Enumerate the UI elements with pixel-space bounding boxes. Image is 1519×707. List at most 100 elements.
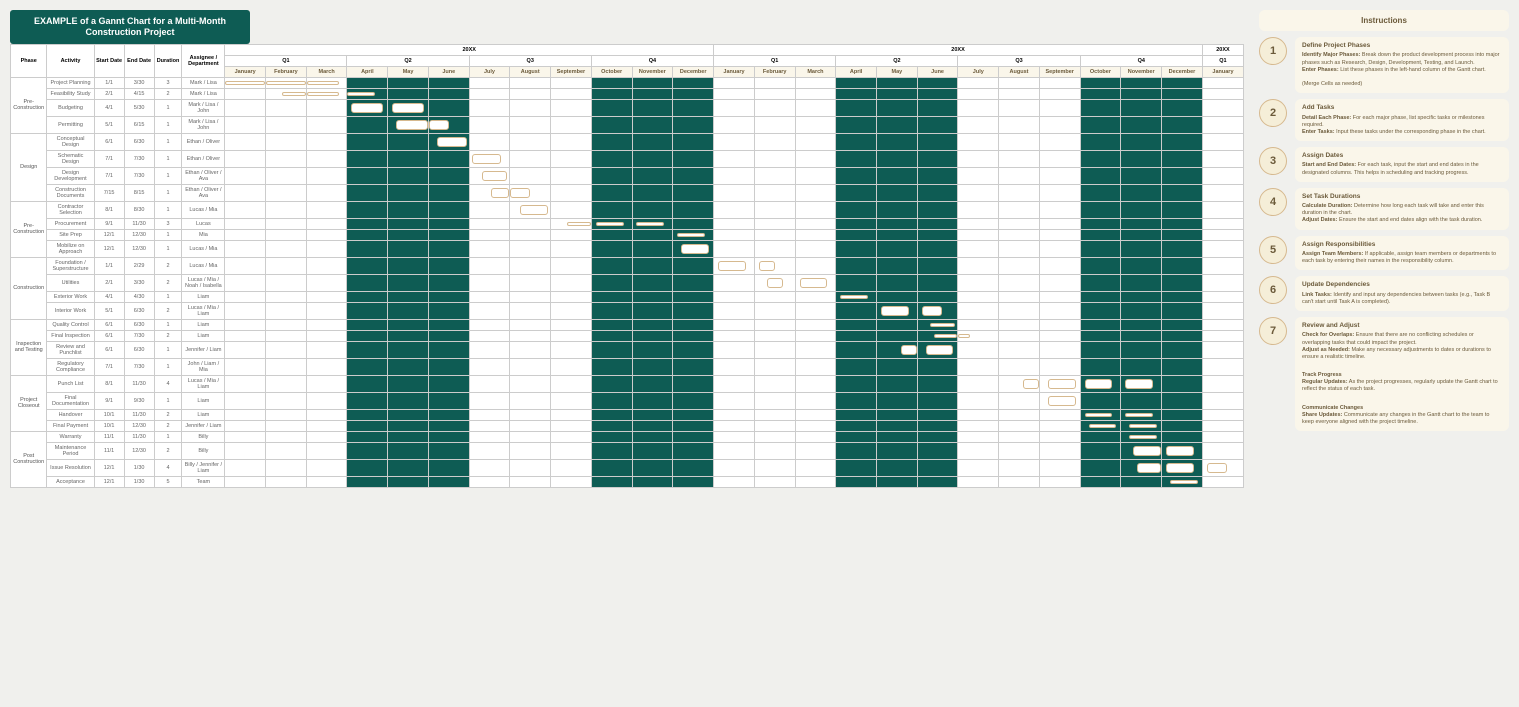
timeline-cell [673, 167, 714, 184]
timeline-cell [999, 218, 1040, 229]
instruction-step: 6Update DependenciesLink Tasks: Identify… [1259, 276, 1509, 311]
timeline-cell [591, 77, 632, 88]
timeline-cell [1039, 442, 1080, 459]
timeline-cell [1121, 302, 1162, 319]
dur-cell: 1 [154, 431, 182, 442]
activity-cell: Utilities [47, 274, 94, 291]
gantt-bar [1129, 424, 1157, 428]
timeline-cell [795, 99, 836, 116]
timeline-cell [591, 257, 632, 274]
timeline-cell [673, 291, 714, 302]
timeline-cell [428, 201, 469, 218]
timeline-cell [1121, 431, 1162, 442]
timeline-cell [632, 330, 673, 341]
timeline-cell [958, 184, 999, 201]
timeline-cell [510, 167, 551, 184]
timeline-cell [917, 167, 958, 184]
timeline-cell [469, 229, 510, 240]
timeline-cell [754, 133, 795, 150]
dur-cell: 2 [154, 330, 182, 341]
start-cell: 7/1 [94, 167, 124, 184]
activity-cell: Interior Work [47, 302, 94, 319]
step-text: Identify Major Phases: Break down the pr… [1302, 52, 1502, 88]
timeline-cell [388, 431, 429, 442]
timeline-cell [714, 116, 755, 133]
end-cell: 3/30 [124, 77, 154, 88]
timeline-cell [795, 257, 836, 274]
timeline-cell [551, 358, 592, 375]
gantt-bar [1129, 435, 1157, 439]
end-cell: 11/30 [124, 218, 154, 229]
timeline-cell [795, 476, 836, 487]
timeline-cell [347, 133, 388, 150]
timeline-cell [795, 291, 836, 302]
table-row: Site Prep12/112/301Mia [11, 229, 1244, 240]
assignee-cell: John / Liam / Mia [182, 358, 225, 375]
timeline-cell [1202, 302, 1243, 319]
end-cell: 3/30 [124, 274, 154, 291]
timeline-cell [836, 459, 877, 476]
timeline-cell [1080, 240, 1121, 257]
end-cell: 9/30 [124, 392, 154, 409]
timeline-cell [917, 319, 958, 330]
timeline-cell [347, 330, 388, 341]
timeline-cell [551, 274, 592, 291]
month-hdr: July [469, 66, 510, 77]
timeline-cell [714, 392, 755, 409]
start-cell: 9/1 [94, 392, 124, 409]
timeline-cell [428, 116, 469, 133]
timeline-cell [469, 330, 510, 341]
timeline-cell [388, 420, 429, 431]
timeline-cell [958, 302, 999, 319]
timeline-cell [958, 88, 999, 99]
phase-cell: Pre-Construction [11, 201, 47, 257]
activity-cell: Conceptual Design [47, 133, 94, 150]
timeline-cell [1121, 330, 1162, 341]
end-cell: 8/15 [124, 184, 154, 201]
timeline-cell [510, 77, 551, 88]
table-row: Pre-ConstructionContractor Selection8/18… [11, 201, 1244, 218]
month-hdr: January [1202, 66, 1243, 77]
timeline-cell [510, 431, 551, 442]
timeline-cell [1121, 459, 1162, 476]
timeline-cell [428, 442, 469, 459]
timeline-cell [836, 358, 877, 375]
gantt-bar [1048, 396, 1076, 406]
timeline-cell [1162, 274, 1203, 291]
timeline-cell [428, 218, 469, 229]
assignee-cell: Billy [182, 431, 225, 442]
timeline-cell [591, 167, 632, 184]
month-hdr: April [347, 66, 388, 77]
timeline-cell [673, 218, 714, 229]
timeline-cell [469, 240, 510, 257]
start-cell: 2/1 [94, 88, 124, 99]
timeline-cell [306, 88, 347, 99]
timeline-cell [306, 330, 347, 341]
dur-cell: 4 [154, 375, 182, 392]
timeline-cell [632, 274, 673, 291]
timeline-cell [958, 341, 999, 358]
timeline-cell [999, 392, 1040, 409]
assignee-cell: Ethan / Oliver [182, 150, 225, 167]
timeline-cell [266, 88, 307, 99]
timeline-cell [469, 476, 510, 487]
timeline-cell [754, 409, 795, 420]
timeline-cell [347, 184, 388, 201]
step-body: Assign ResponsibilitiesAssign Team Membe… [1295, 236, 1509, 271]
assignee-cell: Ethan / Oliver / Ava [182, 167, 225, 184]
table-row: Utilities2/13/302Lucas / Mia / Noah / Is… [11, 274, 1244, 291]
timeline-cell [551, 319, 592, 330]
timeline-cell [469, 133, 510, 150]
timeline-cell [347, 218, 388, 229]
dur-cell: 1 [154, 319, 182, 330]
timeline-cell [225, 330, 266, 341]
timeline-cell [551, 302, 592, 319]
activity-cell: Contractor Selection [47, 201, 94, 218]
timeline-cell [225, 302, 266, 319]
timeline-cell [632, 459, 673, 476]
timeline-cell [225, 229, 266, 240]
timeline-cell [469, 274, 510, 291]
timeline-cell [469, 99, 510, 116]
timeline-cell [225, 291, 266, 302]
timeline-cell [1202, 409, 1243, 420]
